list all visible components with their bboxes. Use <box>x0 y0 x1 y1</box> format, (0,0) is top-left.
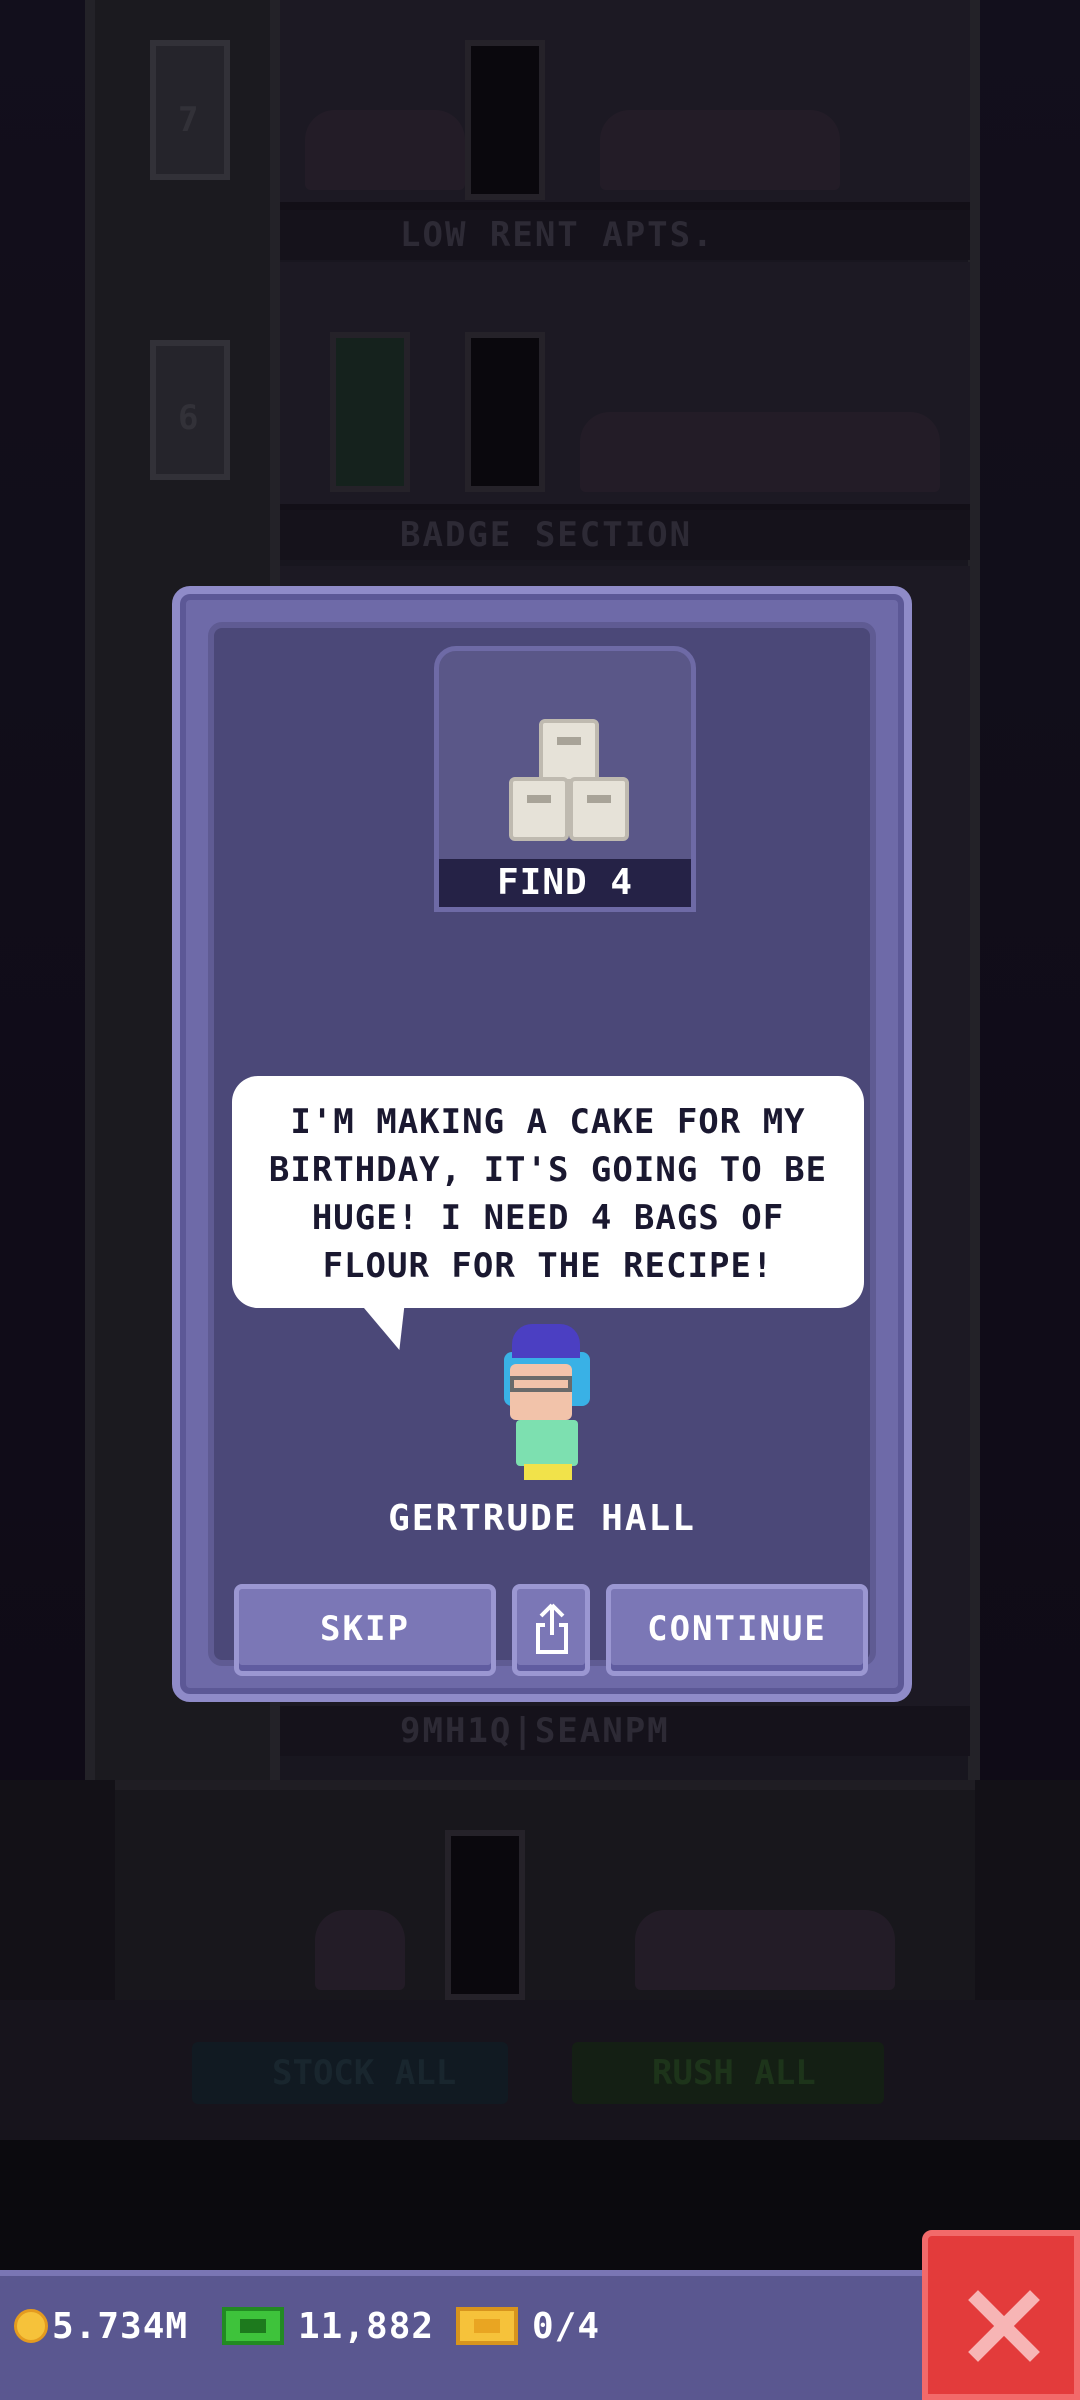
close-icon <box>968 2290 1040 2362</box>
coins-value: 5.734M <box>52 2305 189 2347</box>
mission-dialog: FIND 4 I'M MAKING A CAKE FOR MY BIRTHDAY… <box>172 586 912 1702</box>
mission-item-card: FIND 4 <box>434 646 696 912</box>
continue-button[interactable]: CONTINUE <box>606 1584 868 1676</box>
coin-icon <box>14 2309 48 2343</box>
tickets-value: 0/4 <box>532 2305 601 2347</box>
coins-counter: 5.734M <box>14 2300 188 2352</box>
tickets-counter: 0/4 <box>456 2300 600 2352</box>
bux-icon <box>222 2307 284 2345</box>
npc-name: GERTRUDE HALL <box>388 1498 696 1539</box>
npc-avatar <box>496 1324 600 1484</box>
speech-bubble: I'M MAKING A CAKE FOR MY BIRTHDAY, IT'S … <box>232 1076 864 1308</box>
speech-bubble-tail <box>360 1304 422 1350</box>
mission-dialog-panel: FIND 4 I'M MAKING A CAKE FOR MY BIRTHDAY… <box>208 622 876 1676</box>
currency-hud: 5.734M 11,882 0/4 <box>0 2270 1080 2400</box>
bux-value: 11,882 <box>298 2305 435 2347</box>
ticket-icon <box>456 2307 518 2345</box>
mission-item-label: FIND 4 <box>439 859 691 907</box>
share-button[interactable] <box>512 1584 590 1676</box>
flour-bags-icon <box>509 719 629 853</box>
skip-button[interactable]: SKIP <box>234 1584 496 1676</box>
bux-counter: 11,882 <box>222 2300 434 2352</box>
close-button[interactable] <box>922 2230 1080 2400</box>
share-icon <box>536 1603 568 1654</box>
